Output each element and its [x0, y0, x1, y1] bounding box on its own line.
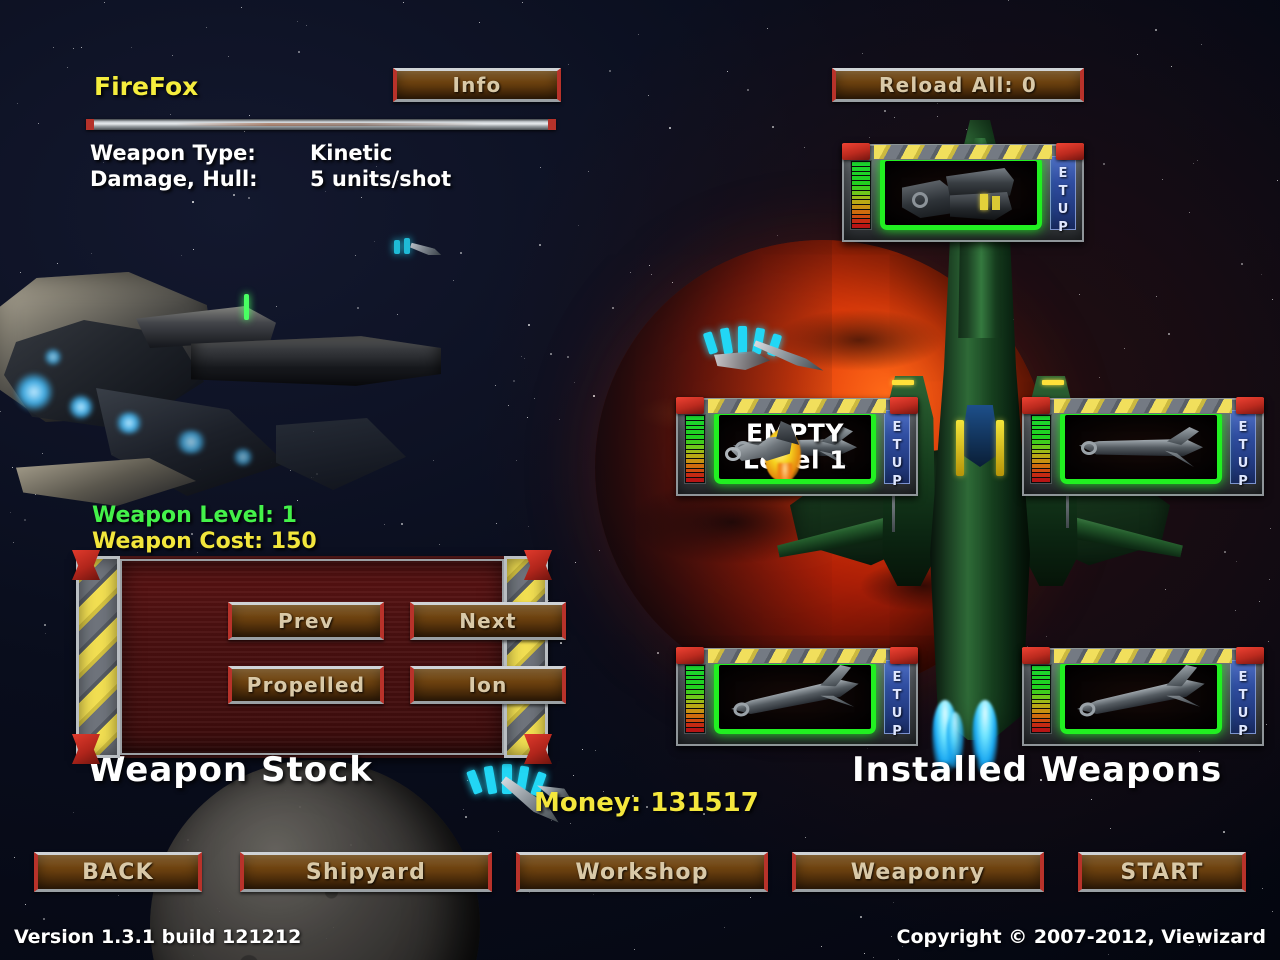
- slot-cap-right: [1056, 143, 1084, 160]
- back-button-label: BACK: [82, 859, 154, 885]
- slot-hazard-strip: [708, 649, 886, 664]
- weapon-display-screen: [714, 660, 876, 734]
- ion-filter-label: Ion: [468, 673, 508, 697]
- slot-cap-right: [890, 647, 918, 664]
- weapon-damage-value: 5 units/shot: [310, 167, 452, 191]
- missile-icon: [1079, 425, 1203, 469]
- ammo-bar: [1030, 414, 1052, 484]
- setup-button-mid-left[interactable]: SETUP: [884, 402, 910, 492]
- weapon-slot-mid-right[interactable]: SETUP: [1022, 397, 1264, 496]
- slot-cap-right: [1236, 397, 1264, 414]
- setup-button-top[interactable]: SETUP: [1050, 148, 1076, 238]
- missile-icon: [726, 660, 864, 734]
- info-button-label: Info: [452, 73, 502, 97]
- shipyard-button-label: Shipyard: [305, 859, 427, 885]
- setup-button-bottom-left[interactable]: SETUP: [884, 652, 910, 742]
- installed-weapons-heading: Installed Weapons: [852, 750, 1223, 790]
- ammo-bar: [1030, 664, 1052, 734]
- weapon-stock-heading: Weapon Stock: [88, 750, 373, 790]
- weapon-slot-bottom-left[interactable]: SETUP: [676, 647, 918, 746]
- weapon-slot-top[interactable]: SETUP: [842, 143, 1084, 242]
- slot-hazard-strip: [708, 399, 886, 414]
- weapon-level-text: Weapon Level: 1: [92, 503, 297, 528]
- ion-filter-button[interactable]: Ion: [410, 666, 566, 704]
- slot-hazard-strip: [874, 145, 1052, 160]
- shipyard-button[interactable]: Shipyard: [240, 852, 492, 892]
- slot-cap-left: [842, 143, 870, 160]
- slot-cap-left: [1022, 397, 1050, 414]
- ammo-bar: [850, 160, 872, 230]
- header-divider: [86, 119, 556, 130]
- hazard-stripe-right: [504, 556, 548, 758]
- workshop-button-label: Workshop: [575, 859, 709, 885]
- enemy-ship-upper: [700, 318, 820, 384]
- missile-icon: [733, 425, 857, 469]
- info-button[interactable]: Info: [393, 68, 561, 102]
- weaponry-button[interactable]: Weaponry: [792, 852, 1044, 892]
- game-screen: FireFox Info Reload All: 0 Weapon Type: …: [0, 0, 1280, 960]
- weapon-display-screen: [1060, 660, 1222, 734]
- reload-all-label: Reload All: 0: [878, 73, 1037, 97]
- reload-all-button[interactable]: Reload All: 0: [832, 68, 1084, 102]
- copyright-text: Copyright © 2007-2012, Viewizard: [896, 926, 1266, 948]
- weapon-slot-bottom-right[interactable]: SETUP: [1022, 647, 1264, 746]
- slot-cap-left: [676, 647, 704, 664]
- ammo-bar: [684, 664, 706, 734]
- slot-cap-left: [676, 397, 704, 414]
- setup-button-bottom-right[interactable]: SETUP: [1230, 652, 1256, 742]
- back-button[interactable]: BACK: [34, 852, 202, 892]
- propelled-filter-label: Propelled: [246, 673, 366, 697]
- slot-cap-right: [1236, 647, 1264, 664]
- weapon-type-label: Weapon Type:: [90, 141, 256, 165]
- weapon-preview-render: [0, 262, 456, 512]
- money-display: Money: 131517: [534, 788, 759, 818]
- start-button[interactable]: START: [1078, 852, 1246, 892]
- workshop-button[interactable]: Workshop: [516, 852, 768, 892]
- enemy-ship-distant: [388, 232, 444, 266]
- prev-weapon-label: Prev: [278, 609, 334, 633]
- weapon-cost-text: Weapon Cost: 150: [92, 529, 317, 554]
- propelled-filter-button[interactable]: Propelled: [228, 666, 384, 704]
- next-weapon-label: Next: [459, 609, 517, 633]
- cannon-icon: [902, 162, 1020, 224]
- hazard-stripe-left: [76, 556, 120, 758]
- weapon-display-screen: [880, 156, 1042, 230]
- weapon-stock-panel: Prev Next Propelled Ion: [72, 550, 566, 764]
- stock-inner-frame: [120, 559, 504, 755]
- weapon-display-screen: EMPTY Level 1: [714, 410, 876, 484]
- weapon-display-screen: [1060, 410, 1222, 484]
- slot-hazard-strip: [1054, 649, 1232, 664]
- start-button-label: START: [1120, 859, 1204, 885]
- slot-cap-left: [1022, 647, 1050, 664]
- ammo-bar: [684, 414, 706, 484]
- weaponry-button-label: Weaponry: [850, 859, 986, 885]
- weapon-name-title: FireFox: [94, 72, 199, 101]
- weapon-slot-mid-left[interactable]: EMPTY Level 1 SETUP: [676, 397, 918, 496]
- next-weapon-button[interactable]: Next: [410, 602, 566, 640]
- weapon-damage-label: Damage, Hull:: [90, 167, 258, 191]
- slot-cap-right: [890, 397, 918, 414]
- slot-hazard-strip: [1054, 399, 1232, 414]
- missile-icon: [1072, 660, 1210, 734]
- prev-weapon-button[interactable]: Prev: [228, 602, 384, 640]
- setup-button-mid-right[interactable]: SETUP: [1230, 402, 1256, 492]
- weapon-type-value: Kinetic: [310, 141, 393, 165]
- version-text: Version 1.3.1 build 121212: [14, 926, 302, 948]
